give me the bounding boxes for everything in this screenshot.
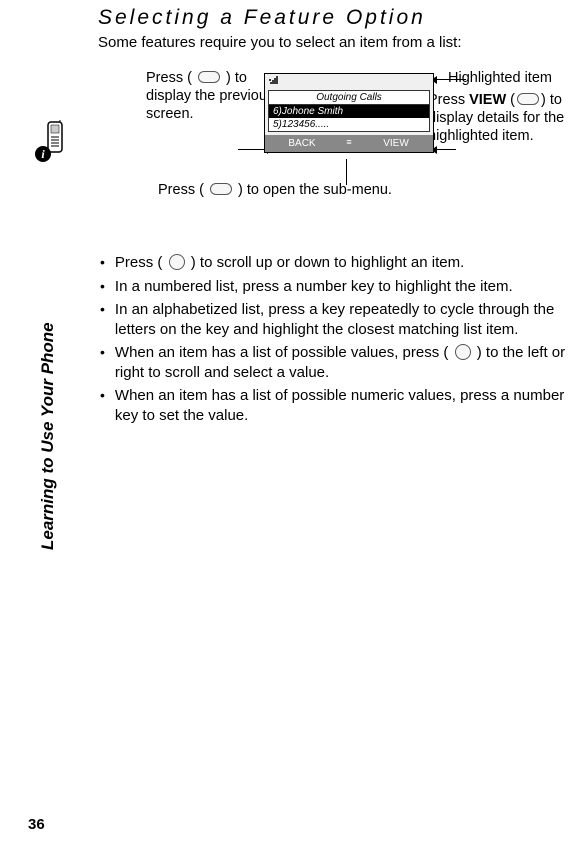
phone-info-icon: i [28,120,68,170]
annot-text: ( [506,92,515,108]
nav-key-icon [455,344,471,360]
annotation-left: Press ( ) to display the previous screen… [146,69,276,123]
list-item: In a numbered list, press a number key t… [98,277,568,297]
nav-key-icon [169,254,185,270]
bullet-text: In a numbered list, press a number key t… [115,277,513,297]
annot-text: Press ( [146,70,192,86]
list-item: When an item has a list of possible valu… [98,343,568,382]
diagram: Press ( ) to display the previous screen… [98,69,568,229]
phone-statusbar [265,74,433,90]
softkey-right-icon [517,93,539,105]
list-row-highlighted: 6)Johone Smith [269,105,429,118]
bullet-text: When an item has a list of possible nume… [115,386,568,425]
bullet-text: In an alphabetized list, press a key rep… [115,300,568,339]
page-title: Selecting a Feature Option [98,6,568,30]
list-item: In an alphabetized list, press a key rep… [98,300,568,339]
list-item: When an item has a list of possible nume… [98,386,568,425]
annotation-highlighted: Highlighted item [448,69,568,87]
annot-text: Press ( [158,182,204,198]
menu-indicator-icon: ≡ [339,135,359,152]
list-header: Outgoing Calls [269,91,429,105]
phone-screen: Outgoing Calls 6)Johone Smith 5)123456..… [264,73,434,153]
softkey-bar: BACK ≡ VIEW [265,135,433,152]
annot-bold: VIEW [469,92,506,108]
arrow-menu-vert [346,159,347,185]
intro-text: Some features require you to select an i… [98,34,568,51]
phone-list: Outgoing Calls 6)Johone Smith 5)123456..… [268,90,430,132]
softkey-left-icon [198,71,220,83]
bullet-text: ) to scroll up or down to highlight an i… [191,254,464,271]
annotation-menu: Press ( ) to open the sub-menu. [158,181,458,199]
bullet-list: Press ( ) to scroll up or down to highli… [98,253,568,425]
sidebar: i Learning to Use Your Phone [28,120,52,540]
arrow-view [436,149,456,150]
annot-text: Press [428,92,469,108]
annot-text: ) to open the sub-menu. [238,182,392,198]
list-row: 5)123456..... [269,118,429,131]
signal-icon [269,76,283,89]
section-label: Learning to Use Your Phone [38,322,58,550]
bullet-text: When an item has a list of possible valu… [115,344,449,361]
menu-key-icon [210,183,232,195]
main-content: Selecting a Feature Option Some features… [98,0,568,425]
softkey-back: BACK [265,135,339,152]
softkey-view: VIEW [359,135,433,152]
page-number: 36 [28,816,45,833]
arrow-highlighted [436,79,466,80]
bullet-text: Press ( [115,254,163,271]
annotation-view: Press VIEW () to display details for the… [428,91,568,145]
list-item: Press ( ) to scroll up or down to highli… [98,253,568,273]
